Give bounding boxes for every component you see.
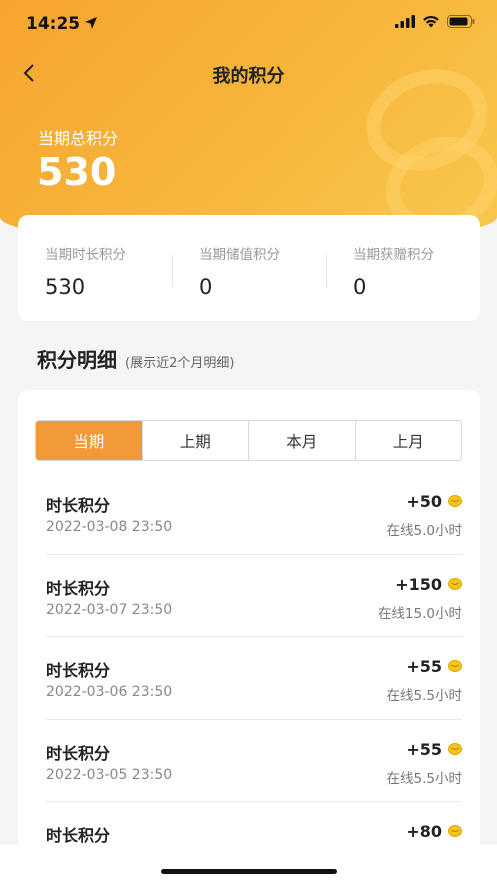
coin-icon: [448, 742, 462, 755]
points-detail-heading: 积分明细 (展示近2个月明细): [37, 344, 234, 373]
status-icons: [395, 15, 475, 28]
list-item[interactable]: 时长积分 2022-03-07 23:50 +150 在线15.0小时: [46, 555, 462, 637]
record-date: 2022-03-06 23:50: [46, 684, 173, 700]
status-time: 14:25: [26, 14, 81, 34]
record-date: 2022-03-07 23:50: [46, 601, 173, 618]
list-item[interactable]: 时长积分 2022-03-08 23:50 +50 在线5.0小时: [46, 472, 462, 555]
status-bar: 14:25: [0, 0, 497, 50]
record-title: 时长积分: [46, 743, 111, 763]
nav-bar: 我的积分: [0, 52, 497, 96]
period-tabs: 当期 上期 本月 上月: [35, 420, 462, 461]
record-date: 2022-03-08 23:50: [46, 519, 173, 535]
section-subtitle: (展示近2个月明细): [125, 356, 235, 371]
section-title: 积分明细: [37, 348, 117, 372]
record-points: +150: [395, 574, 442, 594]
summary-value: 0: [199, 275, 213, 299]
summary-label: 当期储值积分: [199, 247, 280, 263]
wifi-icon: [423, 15, 439, 28]
battery-icon: [447, 15, 475, 28]
record-title: 时长积分: [46, 661, 111, 680]
summary-label: 当期获赠积分: [353, 247, 434, 263]
coin-icon: [448, 577, 462, 590]
record-note: 在线5.0小时: [386, 523, 462, 539]
record-note: 在线15.0小时: [377, 605, 462, 622]
total-points-label: 当期总积分: [38, 129, 119, 148]
record-points: +80: [406, 822, 442, 841]
tab-current-period[interactable]: 当期: [36, 421, 142, 460]
points-summary-card: 当期时长积分 530 当期储值积分 0 当期获赠积分 0: [18, 215, 480, 321]
record-note: 在线5.5小时: [386, 770, 462, 787]
points-detail-card: 当期 上期 本月 上月 时长积分 2022-03-08 23:50 +50 在线…: [18, 390, 480, 883]
record-note: 在线5.5小时: [386, 688, 462, 704]
signal-icon: [395, 15, 415, 28]
record-title: 时长积分: [46, 826, 111, 845]
summary-duration-points: 当期时长积分 530: [18, 215, 172, 321]
page-title: 我的积分: [212, 66, 285, 87]
record-points: +50: [406, 492, 442, 511]
tab-last-month[interactable]: 上月: [354, 421, 462, 460]
summary-gifted-points: 当期获赠积分 0: [326, 215, 480, 321]
location-arrow-icon: [85, 17, 97, 29]
coin-icon: [448, 495, 462, 507]
summary-value: 0: [353, 275, 367, 299]
tab-previous-period[interactable]: 上期: [141, 421, 249, 460]
record-title: 时长积分: [46, 578, 111, 598]
coin-icon: [448, 825, 462, 837]
summary-deposit-points: 当期储值积分 0: [172, 215, 326, 321]
points-record-list: 时长积分 2022-03-08 23:50 +50 在线5.0小时 时长积分 2…: [46, 472, 462, 883]
record-date: 2022-03-05 23:50: [46, 766, 173, 783]
record-title: 时长积分: [46, 496, 111, 515]
summary-value: 530: [45, 275, 86, 299]
record-points: +55: [406, 657, 442, 676]
bottom-bar: [0, 845, 497, 883]
list-item[interactable]: 时长积分 2022-03-06 23:50 +55 在线5.5小时: [46, 637, 462, 720]
coin-icon: [448, 660, 462, 672]
record-points: +55: [406, 739, 442, 759]
total-points-value: 530: [37, 150, 117, 194]
tab-this-month[interactable]: 本月: [248, 421, 355, 460]
home-indicator[interactable]: [161, 869, 337, 874]
list-item[interactable]: 时长积分 2022-03-05 23:50 +55 在线5.5小时: [46, 720, 462, 802]
summary-label: 当期时长积分: [45, 247, 126, 263]
